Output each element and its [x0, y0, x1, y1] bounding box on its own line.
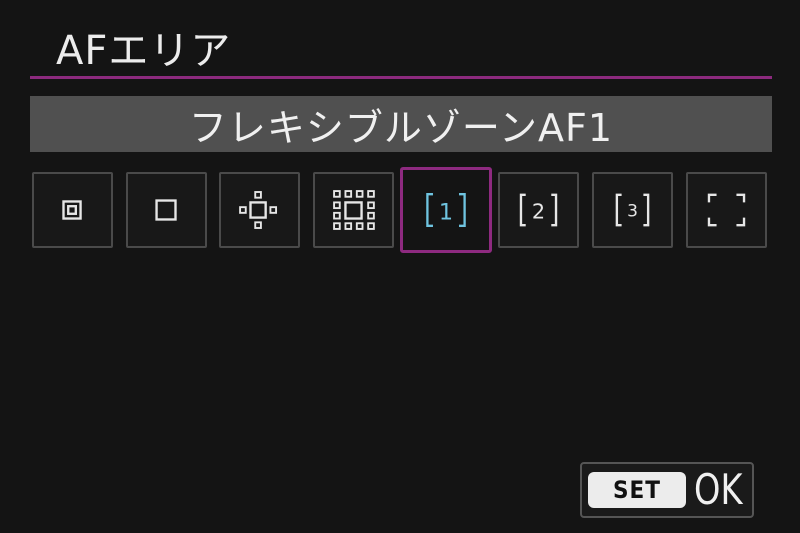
- af-option-expand-surround[interactable]: [313, 172, 394, 248]
- single-point-af-icon: [155, 199, 177, 221]
- af-option-flexible-zone-3[interactable]: 3: [592, 172, 673, 248]
- set-ok-button[interactable]: SET OK: [580, 462, 754, 518]
- af-option-spot[interactable]: [32, 172, 113, 248]
- af-option-flexible-zone-2[interactable]: 2: [498, 172, 579, 248]
- zone-1-label: 1: [439, 199, 453, 225]
- af-option-whole-area[interactable]: [686, 172, 767, 248]
- af-area-option-row: 1 2 3: [0, 0, 800, 260]
- flexible-zone-3-icon: 3: [615, 193, 650, 227]
- whole-area-af-icon: [707, 193, 746, 227]
- spot-af-icon: [62, 200, 82, 220]
- af-option-expand-cross[interactable]: [219, 172, 300, 248]
- set-key-label: SET: [588, 472, 686, 508]
- flexible-zone-2-icon: 2: [519, 193, 558, 227]
- af-option-flexible-zone-1[interactable]: 1: [400, 167, 492, 253]
- expand-af-cross-icon: [239, 191, 278, 229]
- zone-2-label: 2: [532, 200, 545, 224]
- ok-label: OK: [694, 465, 743, 514]
- expand-af-surround-icon: [333, 190, 375, 230]
- zone-3-label: 3: [627, 202, 638, 222]
- af-option-single-point[interactable]: [126, 172, 207, 248]
- flexible-zone-1-icon: 1: [426, 193, 466, 227]
